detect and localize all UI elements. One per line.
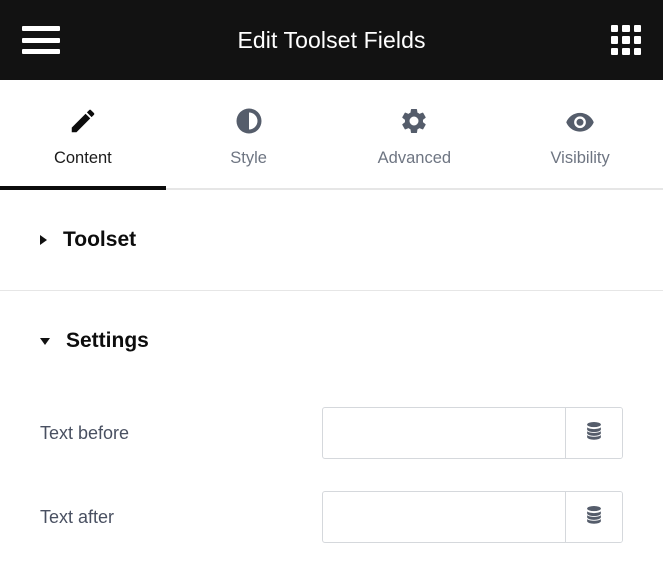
tab-label: Style	[230, 149, 267, 167]
pencil-icon	[68, 106, 98, 136]
tab-label: Visibility	[550, 149, 610, 167]
section-header-toolset[interactable]: Toolset	[0, 190, 663, 290]
section-title: Settings	[66, 329, 149, 352]
hamburger-bar	[22, 49, 60, 54]
contrast-icon	[234, 106, 264, 136]
database-icon-button-text-before[interactable]	[565, 408, 622, 458]
database-icon	[583, 420, 605, 447]
form-row-text-before: Text before	[0, 391, 663, 475]
text-after-field-group	[322, 491, 623, 543]
grid-cell	[633, 36, 641, 44]
grid-cell	[611, 36, 619, 44]
grid-cell	[622, 36, 630, 44]
page-title: Edit Toolset Fields	[237, 26, 426, 53]
tab-visibility[interactable]: Visibility	[497, 80, 663, 188]
grid-cell	[633, 47, 641, 55]
text-before-input[interactable]	[323, 408, 565, 458]
form-row-text-after: Text after	[0, 475, 663, 559]
tab-label: Advanced	[377, 149, 452, 167]
eye-icon	[565, 106, 595, 136]
text-after-input[interactable]	[323, 492, 565, 542]
app-header-inner: Edit Toolset Fields	[22, 25, 641, 55]
grid-apps-icon[interactable]	[611, 25, 641, 55]
caret-down-icon	[40, 337, 50, 345]
grid-cell	[633, 25, 641, 33]
caret-right-icon	[40, 235, 47, 245]
database-icon-button-text-after[interactable]	[565, 492, 622, 542]
tab-style[interactable]: Style	[166, 80, 332, 188]
hamburger-bar	[22, 37, 60, 43]
tab-advanced[interactable]: Advanced	[332, 80, 498, 188]
hamburger-menu-icon[interactable]	[22, 26, 60, 54]
section-title: Toolset	[63, 228, 137, 251]
gear-icon	[399, 106, 429, 136]
section-header-settings[interactable]: Settings	[0, 291, 663, 391]
grid-cell	[622, 25, 630, 33]
hamburger-bar	[22, 26, 60, 31]
grid-cell	[611, 25, 619, 33]
tab-content[interactable]: Content	[0, 80, 166, 190]
field-label: Text after	[40, 506, 115, 527]
tab-label: Content	[53, 149, 112, 167]
panel-tabs: Content Style Advanced Visibility	[0, 80, 663, 190]
database-icon	[583, 504, 605, 531]
app-header: Edit Toolset Fields	[0, 0, 663, 80]
field-label: Text before	[40, 422, 130, 443]
text-before-field-group	[322, 407, 623, 459]
grid-cell	[611, 47, 619, 55]
grid-cell	[622, 47, 630, 55]
